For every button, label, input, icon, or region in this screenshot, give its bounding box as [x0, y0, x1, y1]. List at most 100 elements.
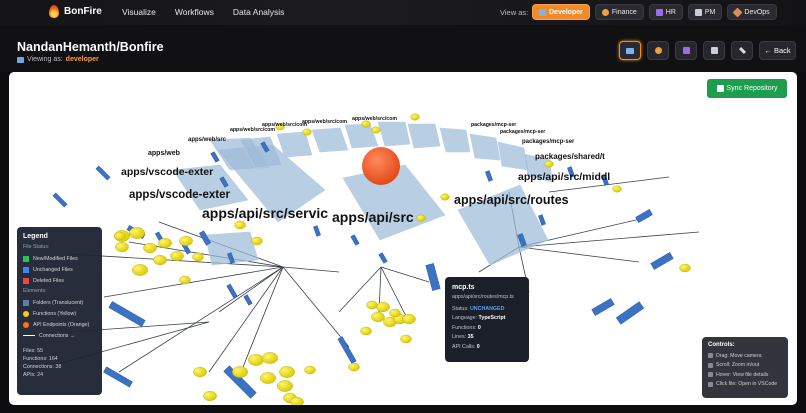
file-node[interactable] [615, 301, 645, 325]
file-node[interactable] [95, 165, 111, 181]
function-node[interactable] [203, 391, 217, 402]
function-node[interactable] [402, 313, 416, 324]
function-node[interactable] [400, 334, 412, 344]
red-swatch-icon [23, 277, 29, 284]
sync-repository-button[interactable]: Sync Repository [707, 79, 787, 98]
function-node[interactable] [132, 264, 148, 276]
file-node[interactable] [226, 283, 238, 299]
graph-canvas[interactable]: apps/web/src/com apps/web/src/com apps/web… [9, 72, 797, 405]
finance-view-button[interactable] [647, 41, 669, 60]
function-node[interactable] [192, 252, 204, 262]
function-node[interactable] [234, 220, 246, 230]
viewing-role: developer [65, 56, 99, 63]
role-finance-button[interactable]: Finance [594, 4, 644, 20]
function-node[interactable] [679, 263, 691, 273]
function-node[interactable] [251, 236, 263, 246]
file-node[interactable] [108, 301, 146, 327]
control-item: Click file: Open in VSCode [708, 380, 782, 390]
role-developer-button[interactable]: Developer [532, 4, 590, 20]
tooltip-language: Language: TypeScript [452, 314, 522, 324]
function-node[interactable] [114, 231, 126, 241]
function-node[interactable] [416, 214, 426, 222]
chart-icon [710, 47, 718, 54]
legend-item: API Endpoints (Orange) [23, 319, 96, 330]
role-label: Developer [549, 8, 583, 16]
function-node[interactable] [232, 366, 248, 378]
tooltip-filename: mcp.ts [452, 284, 475, 291]
role-pm-button[interactable]: PM [687, 4, 723, 20]
developer-view-button[interactable] [619, 41, 641, 60]
file-node[interactable] [378, 252, 388, 264]
function-node[interactable] [544, 160, 554, 168]
file-node[interactable] [425, 263, 441, 291]
stat-apis: APIs: 24 [23, 372, 44, 378]
function-node[interactable] [279, 366, 295, 378]
function-node[interactable] [302, 128, 312, 136]
function-node[interactable] [115, 241, 129, 252]
function-node[interactable] [248, 354, 264, 366]
role-label: PM [704, 8, 716, 16]
folder-label: apps/vscode-exter [129, 189, 231, 201]
hr-view-button[interactable] [675, 41, 697, 60]
file-node[interactable] [337, 336, 357, 364]
view-as-label: View as: [500, 8, 529, 17]
nav-workflows[interactable]: Workflows [175, 7, 214, 17]
file-node[interactable] [650, 252, 674, 270]
pm-view-button[interactable] [703, 41, 725, 60]
file-node[interactable] [210, 151, 220, 163]
dependency-graph[interactable]: apps/web/src/comapps/web/src/comapps/web… [9, 72, 797, 405]
role-devops-button[interactable]: DevOps [727, 4, 777, 20]
folder-panel[interactable] [407, 123, 441, 149]
folder-panel[interactable] [377, 121, 411, 147]
file-node[interactable] [485, 170, 493, 182]
function-node[interactable] [153, 254, 167, 265]
function-node[interactable] [389, 308, 401, 318]
control-label: Hover: View file details [716, 371, 769, 378]
function-node[interactable] [277, 380, 293, 392]
tooltip-key: Language: [452, 315, 478, 321]
function-node[interactable] [179, 235, 193, 246]
function-node[interactable] [371, 126, 381, 134]
back-button[interactable]: ← Back [759, 41, 796, 60]
function-node[interactable] [366, 300, 378, 310]
folder-panel[interactable] [439, 127, 471, 153]
function-node[interactable] [410, 113, 420, 121]
folder-panel[interactable] [469, 133, 501, 161]
folder-panel[interactable] [497, 141, 529, 171]
file-node[interactable] [350, 234, 360, 246]
function-node[interactable] [612, 185, 622, 193]
function-node[interactable] [170, 250, 184, 261]
function-node[interactable] [304, 365, 316, 375]
folder-label: apps/web [148, 150, 180, 157]
file-node[interactable] [52, 192, 68, 208]
folder-panel[interactable] [311, 127, 349, 153]
role-hr-button[interactable]: HR [648, 4, 683, 20]
file-node[interactable] [591, 298, 615, 316]
devops-view-button[interactable] [731, 41, 753, 60]
function-node[interactable] [371, 311, 385, 322]
function-node[interactable] [440, 193, 450, 201]
function-node[interactable] [193, 367, 207, 378]
function-node[interactable] [143, 242, 157, 253]
function-node[interactable] [376, 301, 390, 312]
function-node[interactable] [260, 372, 276, 384]
file-node[interactable] [635, 209, 653, 223]
function-node[interactable] [262, 352, 278, 364]
nav-visualize[interactable]: Visualize [122, 7, 156, 17]
file-node[interactable] [243, 294, 253, 306]
file-node[interactable] [313, 225, 321, 237]
file-node[interactable] [103, 366, 133, 388]
function-node[interactable] [348, 362, 360, 372]
function-node[interactable] [158, 237, 172, 248]
legend-item: Functions (Yellow) [23, 308, 96, 319]
legend-item: Deleted Files [23, 275, 96, 286]
function-node[interactable] [290, 397, 304, 405]
legend-label: New/Modified Files [33, 255, 78, 262]
nav-data-analysis[interactable]: Data Analysis [233, 7, 285, 17]
control-item: Scroll: Zoom in/out [708, 361, 782, 371]
api-hub-node[interactable] [362, 147, 400, 185]
function-node[interactable] [360, 326, 372, 336]
app-logo[interactable]: BonFire [49, 5, 102, 18]
function-node[interactable] [129, 227, 145, 239]
function-node[interactable] [179, 275, 191, 285]
